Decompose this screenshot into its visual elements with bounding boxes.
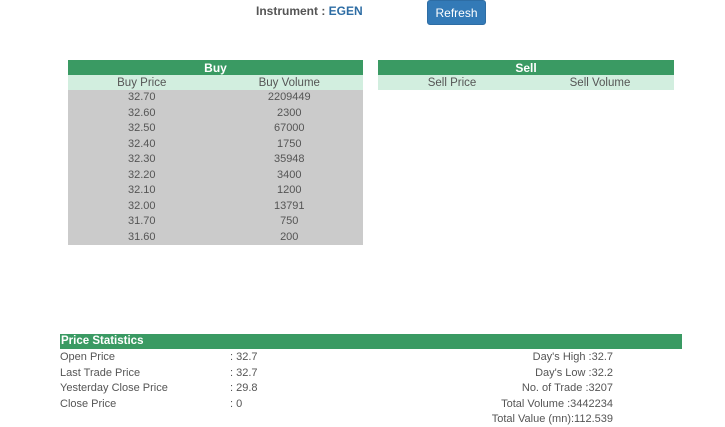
buy-price-cell: 32.20 (68, 167, 216, 183)
buy-row: 32.70 2209449 (68, 90, 363, 106)
stat-label-yesterday-close-price: Yesterday Close Price (60, 382, 168, 394)
sell-table: Sell Sell Price Sell Volume (378, 60, 674, 90)
buy-volume-cell: 2300 (215, 105, 363, 121)
refresh-button[interactable]: Refresh (427, 0, 486, 25)
buy-volume-cell: 67000 (215, 121, 363, 137)
buy-row: 32.30 35948 (68, 152, 363, 168)
stat-days-high: Day's High :32.7 (532, 351, 613, 363)
instrument-code: EGEN (328, 4, 363, 18)
buy-table: Buy Buy Price Buy Volume 32.70 2209449 32.… (68, 60, 363, 245)
sell-price-header: Sell Price (378, 75, 526, 90)
buy-volume-cell: 750 (215, 214, 363, 230)
buy-title: Buy (68, 60, 363, 75)
buy-price-cell: 32.30 (68, 152, 216, 168)
buy-rows: 32.70 2209449 32.60 2300 32.50 67000 32.40 1750… (68, 90, 363, 245)
stat-value-open-price: : 32.7 (230, 351, 258, 363)
buy-price-cell: 31.70 (68, 214, 216, 230)
buy-row: 32.50 67000 (68, 121, 363, 137)
stat-label-close-price: Close Price (60, 397, 117, 410)
stat-days-low: Day's Low :32.2 (535, 366, 613, 379)
buy-volume-cell: 1200 (215, 183, 363, 199)
buy-price-cell: 32.00 (68, 198, 216, 214)
stat-value-yesterday-close-price: : 29.8 (230, 382, 258, 394)
buy-volume-cell: 200 (215, 229, 363, 245)
buy-price-cell: 32.70 (68, 90, 216, 106)
instrument-heading: Instrument : EGEN (256, 4, 363, 18)
sell-volume-header: Sell Volume (526, 75, 674, 90)
buy-volume-cell: 35948 (215, 152, 363, 168)
stat-label-last-trade-price: Last Trade Price (60, 366, 141, 379)
stat-value-last-trade-price: : 32.7 (230, 366, 258, 379)
buy-row: 31.60 200 (68, 229, 363, 245)
buy-row: 32.60 2300 (68, 105, 363, 121)
buy-price-cell: 32.10 (68, 183, 216, 199)
stat-total-volume: Total Volume :3442234 (501, 397, 613, 410)
buy-volume-cell: 1750 (215, 136, 363, 152)
stat-label-open-price: Open Price (60, 351, 116, 363)
buy-row: 32.40 1750 (68, 136, 363, 152)
buy-volume-cell: 3400 (215, 167, 363, 183)
buy-row: 31.70 750 (68, 214, 363, 230)
instrument-label: Instrument : (256, 4, 329, 18)
buy-price-header: Buy Price (68, 75, 216, 90)
buy-price-cell: 31.60 (68, 229, 216, 245)
buy-row: 32.10 1200 (68, 183, 363, 199)
price-statistics-header: Price Statistics (60, 334, 682, 349)
buy-volume-header: Buy Volume (215, 75, 363, 90)
sell-title: Sell (378, 60, 674, 75)
buy-volume-cell: 13791 (215, 198, 363, 214)
buy-row: 32.20 3400 (68, 167, 363, 183)
buy-volume-cell: 2209449 (215, 90, 363, 106)
buy-row: 32.00 13791 (68, 198, 363, 214)
stat-no-of-trade: No. of Trade :3207 (521, 382, 613, 394)
stat-value-close-price: : 0 (230, 397, 243, 410)
buy-price-cell: 32.50 (68, 121, 216, 137)
buy-price-cell: 32.40 (68, 136, 216, 152)
buy-price-cell: 32.60 (68, 105, 216, 121)
